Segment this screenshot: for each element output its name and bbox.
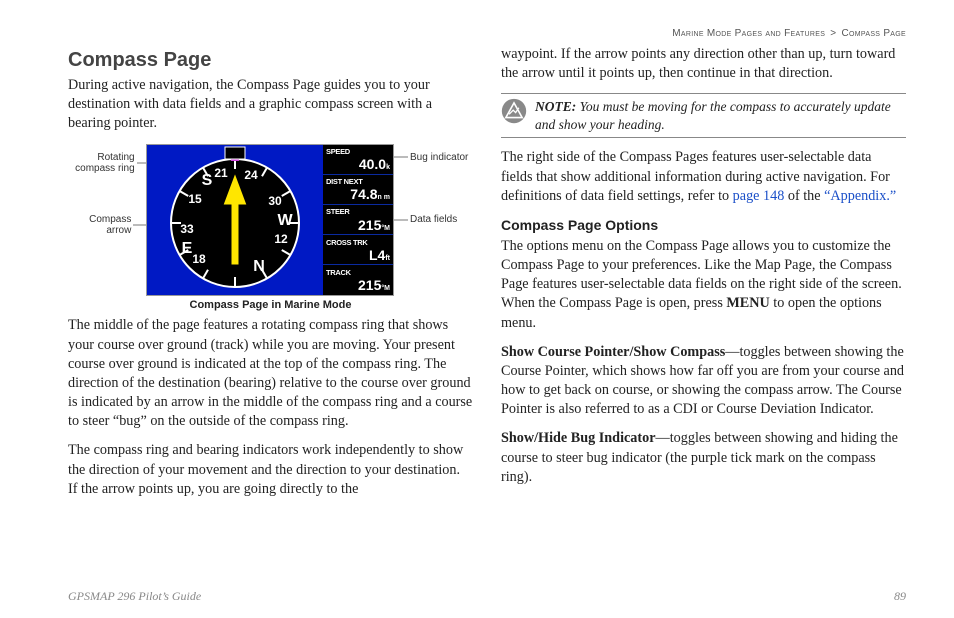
breadcrumb: Marine Mode Pages and Features > Compass… — [68, 28, 906, 39]
note-body: You must be moving for the compass to ac… — [535, 99, 891, 132]
compass-screenshot: 21 24 15 33 12 30 18 S W E — [146, 144, 394, 296]
svg-text:18: 18 — [192, 252, 206, 266]
option-item: Show/Hide Bug Indicator—toggles between … — [501, 429, 906, 487]
data-field: TRACK215°M — [323, 264, 393, 294]
note-text: NOTE: You must be moving for the compass… — [535, 98, 906, 133]
data-field: DIST NEXT74.8n m — [323, 174, 393, 204]
link-page-148[interactable]: page 148 — [733, 188, 785, 204]
intro-paragraph: During active navigation, the Compass Pa… — [68, 76, 473, 134]
body-paragraph: The compass ring and bearing indicators … — [68, 441, 473, 499]
callout-rotating-ring: Rotating compass ring — [68, 152, 135, 174]
footer-guide: GPSMAP 296 Pilot’s Guide — [68, 589, 201, 604]
option-lead: Show Course Pointer/Show Compass — [501, 344, 725, 360]
body-paragraph: The options menu on the Compass Page all… — [501, 237, 906, 333]
data-field: STEER215°M — [323, 204, 393, 234]
note-block: NOTE: You must be moving for the compass… — [501, 93, 906, 138]
right-column: waypoint. If the arrow points any direct… — [501, 45, 906, 509]
callout-compass-arrow: Compass arrow — [68, 214, 131, 236]
svg-text:24: 24 — [244, 168, 258, 182]
callout-data-fields: Data fields — [410, 214, 457, 225]
data-fields-panel: SPEED40.0k DIST NEXT74.8n m STEER215°M C… — [323, 145, 393, 295]
figure-caption: Compass Page in Marine Mode — [68, 298, 473, 313]
footer-pagenum: 89 — [894, 589, 906, 604]
svg-text:33: 33 — [180, 222, 194, 236]
svg-text:21: 21 — [214, 166, 228, 180]
page-title: Compass Page — [68, 47, 473, 74]
left-column: Compass Page During active navigation, t… — [68, 45, 473, 509]
svg-text:W: W — [277, 212, 293, 229]
data-field: CROSS TRKL4ft — [323, 234, 393, 264]
note-icon — [501, 98, 527, 124]
callout-bug-indicator: Bug indicator — [410, 152, 468, 163]
compass-figure: Rotating compass ring Compass arrow x — [68, 144, 473, 313]
options-heading: Compass Page Options — [501, 216, 906, 235]
svg-text:15: 15 — [188, 192, 202, 206]
note-label: NOTE: — [535, 99, 576, 114]
data-field: SPEED40.0k — [323, 145, 393, 174]
menu-key: MENU — [726, 295, 769, 311]
body-paragraph: The middle of the page features a rotati… — [68, 316, 473, 431]
svg-text:E: E — [182, 240, 193, 257]
svg-text:S: S — [202, 172, 213, 189]
body-paragraph: The right side of the Compass Pages feat… — [501, 148, 906, 206]
breadcrumb-sep: > — [830, 28, 836, 39]
page-footer: GPSMAP 296 Pilot’s Guide 89 — [68, 589, 906, 604]
body-paragraph: waypoint. If the arrow points any direct… — [501, 45, 906, 83]
svg-text:12: 12 — [274, 232, 288, 246]
breadcrumb-page: Compass Page — [842, 28, 907, 39]
breadcrumb-section: Marine Mode Pages and Features — [672, 28, 825, 39]
svg-text:30: 30 — [268, 194, 282, 208]
link-appendix[interactable]: “Appendix.” — [824, 188, 896, 204]
option-lead: Show/Hide Bug Indicator — [501, 430, 656, 446]
option-item: Show Course Pointer/Show Compass—toggles… — [501, 343, 906, 420]
svg-text:N: N — [253, 258, 265, 275]
